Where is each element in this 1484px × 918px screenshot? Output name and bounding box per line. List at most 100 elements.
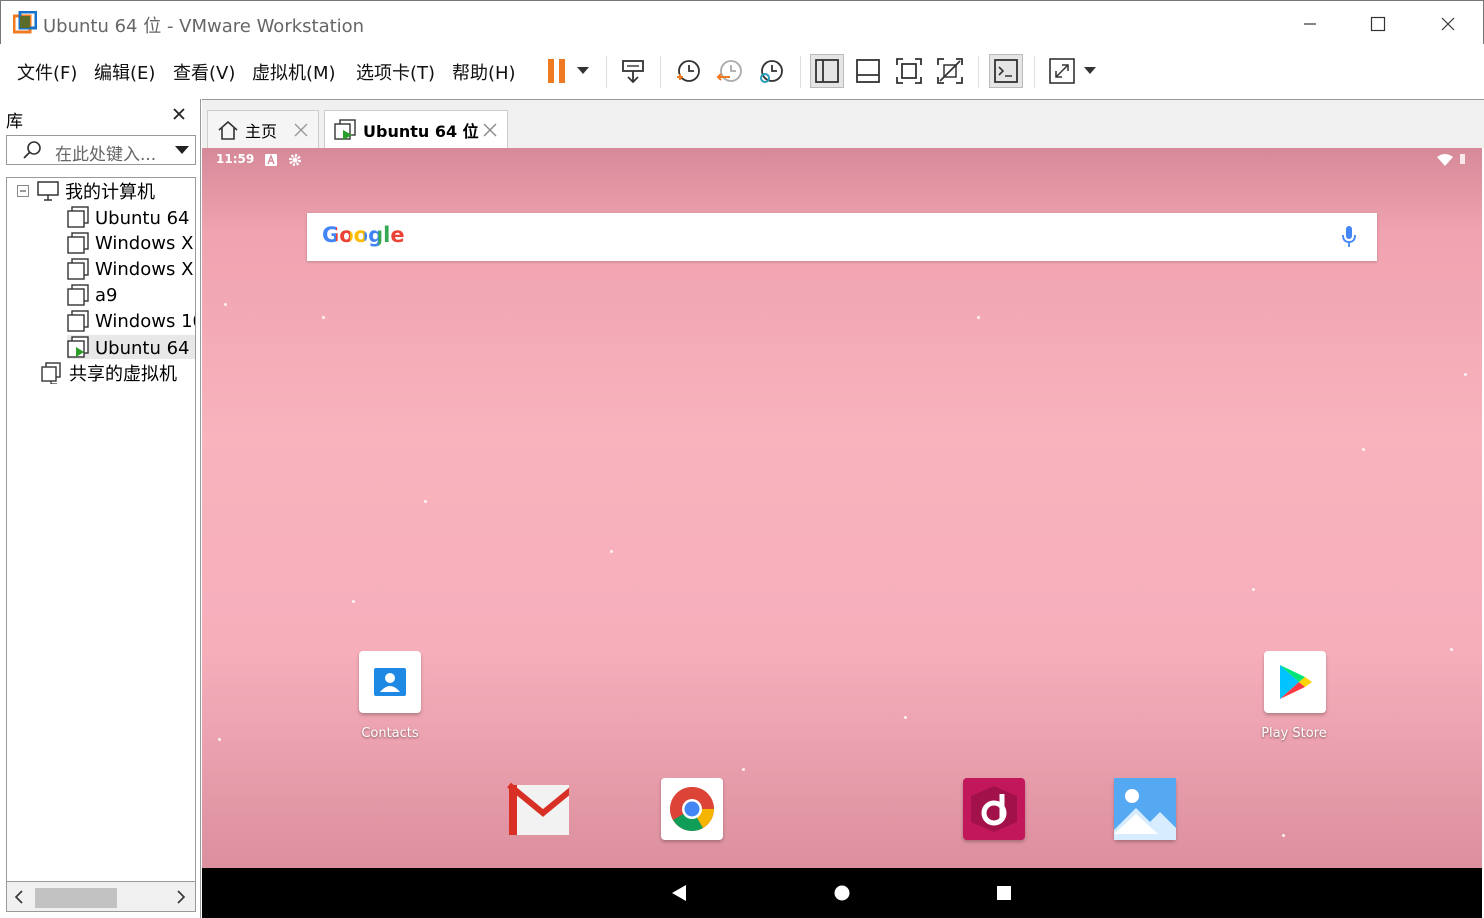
tree-node-vm[interactable]: Ubuntu 64 位 — [67, 205, 195, 229]
minimize-button[interactable] — [1287, 9, 1333, 39]
recents-button[interactable] — [993, 882, 1015, 904]
library-horizontal-scrollbar[interactable] — [6, 882, 196, 912]
chevron-down-icon — [577, 67, 589, 74]
tree-label: 我的计算机 — [65, 182, 155, 203]
back-triangle-icon — [672, 885, 686, 901]
library-search-input[interactable]: 在此处键入... — [6, 135, 196, 165]
vm-icon — [67, 310, 89, 332]
menu-view[interactable]: 查看(V) — [173, 59, 235, 85]
google-search-bar[interactable]: Google — [307, 213, 1377, 261]
google-logo: Google — [322, 223, 405, 247]
thumbnail-bar-button[interactable] — [851, 54, 885, 88]
toolbar-separator — [978, 56, 979, 88]
tree-node-vm[interactable]: a9 — [67, 283, 117, 307]
play-store-app[interactable] — [1264, 651, 1326, 713]
chrome-app[interactable] — [661, 778, 723, 840]
library-panel-icon — [815, 59, 839, 83]
gallery-icon — [1114, 778, 1176, 840]
window-title: Ubuntu 64 位 - VMware Workstation — [43, 16, 365, 37]
close-icon — [1441, 17, 1455, 31]
home-icon — [218, 120, 238, 140]
contacts-label: Contacts — [361, 726, 419, 741]
toolbar-separator — [606, 56, 607, 88]
maximize-icon — [1370, 16, 1386, 32]
chrome-icon — [670, 787, 714, 831]
close-button[interactable] — [1425, 9, 1471, 39]
collapse-icon[interactable] — [17, 185, 29, 197]
microphone-icon[interactable] — [1342, 225, 1356, 249]
toolbar-separator — [800, 56, 801, 88]
play-store-label: Play Store — [1261, 726, 1327, 741]
contacts-icon — [374, 668, 406, 696]
tree-label: Ubuntu 64 位 — [95, 208, 195, 229]
gmail-app[interactable] — [507, 778, 569, 840]
scroll-right-icon[interactable] — [175, 890, 187, 904]
power-dropdown-button[interactable] — [570, 54, 596, 88]
stretch-icon — [1049, 58, 1075, 84]
keyboard-send-icon — [622, 60, 644, 84]
tab-home[interactable]: 主页 — [207, 110, 319, 149]
tab-label: Ubuntu 64 位 — [363, 122, 479, 141]
contacts-app[interactable] — [359, 651, 421, 713]
close-icon[interactable] — [294, 123, 308, 137]
snapshot-manager-icon — [760, 60, 783, 83]
chevron-down-icon — [1084, 67, 1096, 74]
play-store-icon — [1280, 665, 1312, 699]
menu-file[interactable]: 文件(F) — [17, 59, 77, 85]
tree-node-shared-vms[interactable]: 共享的虚拟机 — [41, 361, 177, 385]
title-bar: Ubuntu 64 位 - VMware Workstation — [0, 0, 1484, 44]
tree-node-vm-selected[interactable]: Ubuntu 64 位 — [67, 335, 195, 359]
library-close-button[interactable] — [170, 105, 190, 125]
vm-icon — [67, 284, 89, 306]
close-icon — [173, 108, 185, 120]
snapshot-manager-button[interactable] — [754, 54, 788, 88]
menu-toolbar-bar: 文件(F) 编辑(E) 查看(V) 虚拟机(M) 选项卡(T) 帮助(H) — [0, 44, 1484, 98]
fullscreen-icon — [896, 58, 922, 84]
shared-vm-icon — [41, 362, 61, 384]
snapshot-button[interactable] — [671, 54, 705, 88]
menu-help[interactable]: 帮助(H) — [452, 59, 516, 85]
tree-node-vm[interactable]: Windows XP — [67, 257, 196, 281]
tree-label: a9 — [95, 284, 118, 306]
stretch-guest-button[interactable] — [1045, 54, 1079, 88]
chevron-down-icon[interactable] — [175, 146, 189, 156]
unity-button[interactable] — [933, 54, 967, 88]
music-app[interactable] — [963, 778, 1025, 840]
vm-icon — [67, 232, 89, 254]
library-title: 库 — [6, 112, 23, 132]
revert-snapshot-button[interactable] — [713, 54, 747, 88]
maximize-button[interactable] — [1355, 9, 1401, 39]
toolbar-separator — [660, 56, 661, 88]
tree-node-vm[interactable]: Windows 10 — [67, 309, 195, 333]
tree-node-vm[interactable]: Windows XP — [67, 231, 196, 255]
tree-node-my-computer[interactable]: 我的计算机 — [17, 179, 155, 203]
console-view-button[interactable] — [989, 54, 1023, 88]
home-button[interactable] — [831, 882, 853, 904]
home-circle-icon — [834, 885, 850, 901]
tree-label: Windows XP — [95, 258, 196, 280]
send-ctrl-alt-del-button[interactable] — [616, 54, 650, 88]
close-icon[interactable] — [483, 123, 497, 137]
stretch-dropdown-button[interactable] — [1078, 54, 1102, 88]
full-screen-button[interactable] — [892, 54, 926, 88]
scrollbar-thumb[interactable] — [35, 888, 117, 908]
notification-a-icon — [265, 154, 277, 166]
show-library-button[interactable] — [810, 54, 844, 88]
pause-button[interactable] — [540, 54, 574, 88]
vm-running-icon — [67, 336, 89, 358]
settings-gear-icon — [289, 154, 301, 166]
menu-edit[interactable]: 编辑(E) — [94, 59, 155, 85]
menu-tabs[interactable]: 选项卡(T) — [356, 59, 435, 85]
toolbar-separator — [1034, 56, 1035, 88]
tree-label: Windows XP — [95, 232, 196, 254]
tab-ubuntu[interactable]: Ubuntu 64 位 — [324, 110, 508, 149]
status-bar-time: 11:59 — [216, 152, 255, 166]
music-d-icon — [971, 786, 1017, 832]
pause-icon — [548, 59, 565, 83]
gallery-app[interactable] — [1114, 778, 1176, 840]
scroll-left-icon[interactable] — [13, 890, 25, 904]
menu-vm[interactable]: 虚拟机(M) — [252, 59, 336, 85]
tab-label: 主页 — [245, 122, 278, 141]
guest-screen[interactable]: 11:59 Google Contacts Play Store — [202, 148, 1482, 868]
back-button[interactable] — [668, 882, 690, 904]
